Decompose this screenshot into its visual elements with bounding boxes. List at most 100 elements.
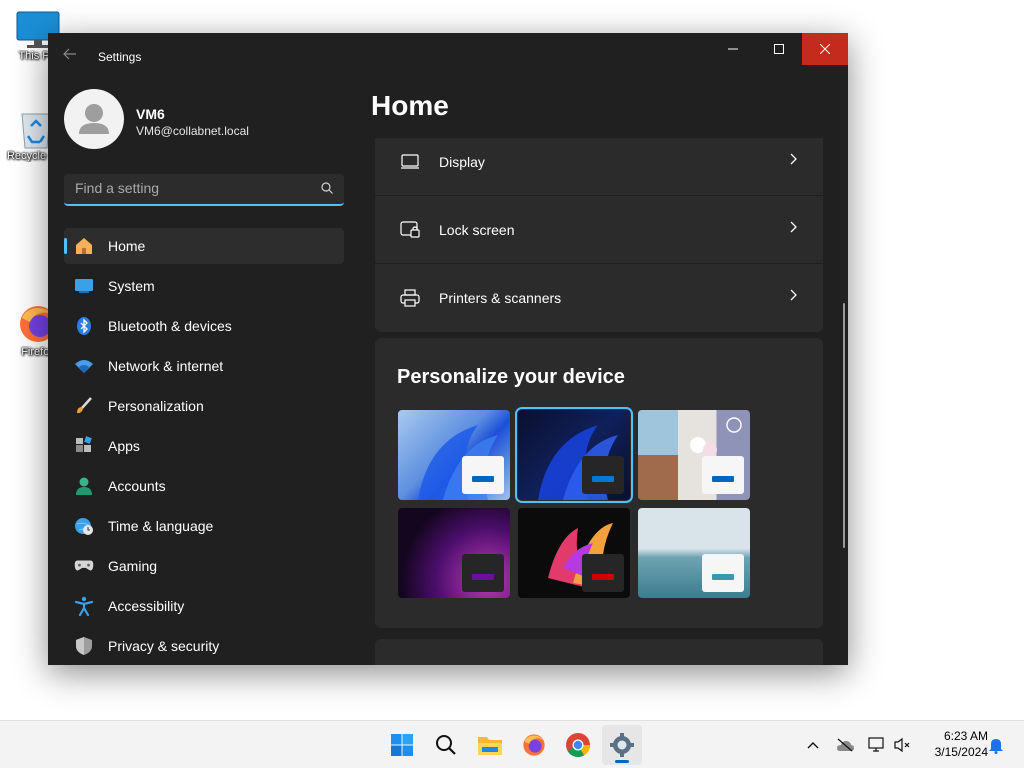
user-icon bbox=[79, 104, 109, 134]
sidebar-item-label: Bluetooth & devices bbox=[108, 318, 232, 334]
sidebar-item-label: Accounts bbox=[108, 478, 166, 494]
accessibility-icon bbox=[74, 596, 94, 616]
sidebar-item-label: Home bbox=[108, 238, 146, 254]
sidebar-item-label: Personalization bbox=[108, 398, 204, 414]
notification-button[interactable] bbox=[986, 735, 1006, 755]
page-title: Home bbox=[371, 90, 449, 121]
theme-preview-window bbox=[702, 456, 744, 494]
personalize-title: Personalize your device bbox=[397, 366, 625, 388]
chevron-right-icon bbox=[790, 153, 797, 165]
chevron-right-icon bbox=[790, 221, 797, 233]
tray-network[interactable] bbox=[867, 735, 887, 755]
home-icon bbox=[74, 236, 94, 256]
sidebar-item-bluetooth[interactable]: Bluetooth & devices bbox=[64, 308, 344, 344]
sidebar-item-time-language[interactable]: Time & language bbox=[64, 508, 344, 544]
sidebar-item-system[interactable]: System bbox=[64, 268, 344, 304]
sidebar-item-label: Time & language bbox=[108, 518, 214, 534]
row-display[interactable]: Display bbox=[375, 138, 823, 196]
minimize-button[interactable] bbox=[710, 33, 756, 65]
personalize-card: Personalize your device bbox=[375, 338, 823, 628]
tray-overflow-button[interactable] bbox=[803, 735, 823, 755]
theme-preview-window bbox=[582, 554, 624, 592]
sidebar-item-accounts[interactable]: Accounts bbox=[64, 468, 344, 504]
firefox-icon bbox=[523, 734, 545, 756]
row-label: Display bbox=[439, 153, 485, 170]
clock-time: 6:23 AM bbox=[943, 729, 988, 743]
gamepad-icon bbox=[74, 556, 94, 576]
sidebar-item-label: Gaming bbox=[108, 558, 158, 574]
sidebar-item-label: Privacy & security bbox=[108, 638, 220, 654]
sidebar-item-label: Network & internet bbox=[108, 358, 224, 374]
wifi-icon bbox=[74, 356, 94, 376]
taskbar-clock[interactable]: 6:23 AM 3/15/2024 bbox=[918, 728, 988, 760]
minimize-icon bbox=[728, 48, 738, 50]
sidebar-item-accessibility[interactable]: Accessibility bbox=[64, 588, 344, 624]
sidebar-item-home[interactable]: Home bbox=[64, 228, 344, 264]
cloud-offline-icon bbox=[837, 738, 854, 752]
bell-icon bbox=[989, 739, 1003, 754]
sidebar-item-personalization[interactable]: Personalization bbox=[64, 388, 344, 424]
taskbar-search-button[interactable] bbox=[426, 725, 466, 765]
sidebar-item-privacy[interactable]: Privacy & security bbox=[64, 628, 344, 664]
chevron-right-icon bbox=[790, 289, 797, 301]
theme-spotlight[interactable] bbox=[638, 410, 750, 500]
row-lock-screen[interactable]: Lock screen bbox=[375, 196, 823, 264]
back-button[interactable] bbox=[60, 47, 80, 67]
brush-icon bbox=[74, 396, 94, 416]
title-bar[interactable]: Settings bbox=[48, 33, 848, 81]
taskbar: 6:23 AM 3/15/2024 bbox=[0, 720, 1024, 768]
theme-preview-window bbox=[702, 554, 744, 592]
sidebar-item-label: System bbox=[108, 278, 155, 294]
sidebar-item-apps[interactable]: Apps bbox=[64, 428, 344, 464]
start-button[interactable] bbox=[382, 725, 422, 765]
sidebar-item-network[interactable]: Network & internet bbox=[64, 348, 344, 384]
shield-icon bbox=[74, 636, 94, 656]
taskbar-file-explorer[interactable] bbox=[470, 725, 510, 765]
search-icon bbox=[436, 735, 456, 755]
sidebar-item-label: Accessibility bbox=[108, 598, 185, 614]
profile-name: VM6 bbox=[136, 106, 165, 122]
search-box[interactable] bbox=[64, 174, 344, 206]
sidebar-item-label: Apps bbox=[108, 438, 140, 454]
window-title: Settings bbox=[98, 50, 142, 64]
theme-captured-motion[interactable] bbox=[518, 508, 630, 598]
theme-glow[interactable] bbox=[398, 508, 510, 598]
settings-icon bbox=[610, 733, 634, 757]
scrollbar[interactable] bbox=[843, 303, 845, 548]
back-arrow-icon bbox=[63, 48, 76, 60]
search-icon bbox=[321, 182, 333, 194]
lock-screen-icon bbox=[399, 219, 421, 241]
avatar[interactable] bbox=[64, 89, 124, 149]
sidebar-item-gaming[interactable]: Gaming bbox=[64, 548, 344, 584]
row-printers-scanners[interactable]: Printers & scanners bbox=[375, 264, 823, 332]
settings-window: Settings VM6 VM6@collabnet.local Find a … bbox=[48, 33, 848, 665]
profile-email: VM6@collabnet.local bbox=[136, 124, 249, 138]
row-label: Printers & scanners bbox=[439, 290, 562, 306]
theme-preview-window bbox=[462, 456, 504, 494]
taskbar-chrome[interactable] bbox=[558, 725, 598, 765]
tray-volume[interactable] bbox=[892, 735, 912, 755]
printer-icon bbox=[399, 287, 421, 309]
maximize-icon bbox=[774, 44, 784, 54]
display-icon bbox=[399, 151, 421, 173]
close-icon bbox=[820, 44, 830, 54]
theme-dark-bloom[interactable] bbox=[515, 407, 633, 503]
row-partial[interactable] bbox=[375, 638, 823, 665]
taskbar-firefox[interactable] bbox=[514, 725, 554, 765]
chrome-icon bbox=[566, 733, 590, 758]
start-icon bbox=[391, 734, 413, 756]
row-label: Lock screen bbox=[439, 221, 515, 238]
globe-clock-icon bbox=[74, 516, 94, 536]
theme-light-bloom[interactable] bbox=[398, 410, 510, 500]
clock-date: 3/15/2024 bbox=[934, 745, 988, 759]
close-button[interactable] bbox=[802, 33, 848, 65]
theme-preview-window bbox=[462, 554, 504, 592]
system-icon bbox=[74, 276, 94, 296]
taskbar-settings[interactable] bbox=[602, 725, 642, 765]
search-input[interactable] bbox=[64, 174, 304, 202]
theme-flow[interactable] bbox=[638, 508, 750, 598]
maximize-button[interactable] bbox=[756, 33, 802, 65]
tray-onedrive[interactable] bbox=[835, 735, 855, 755]
content-scroll-area[interactable]: Display Lock screen Printers & scanners … bbox=[375, 138, 823, 665]
theme-preview-window bbox=[582, 456, 624, 494]
